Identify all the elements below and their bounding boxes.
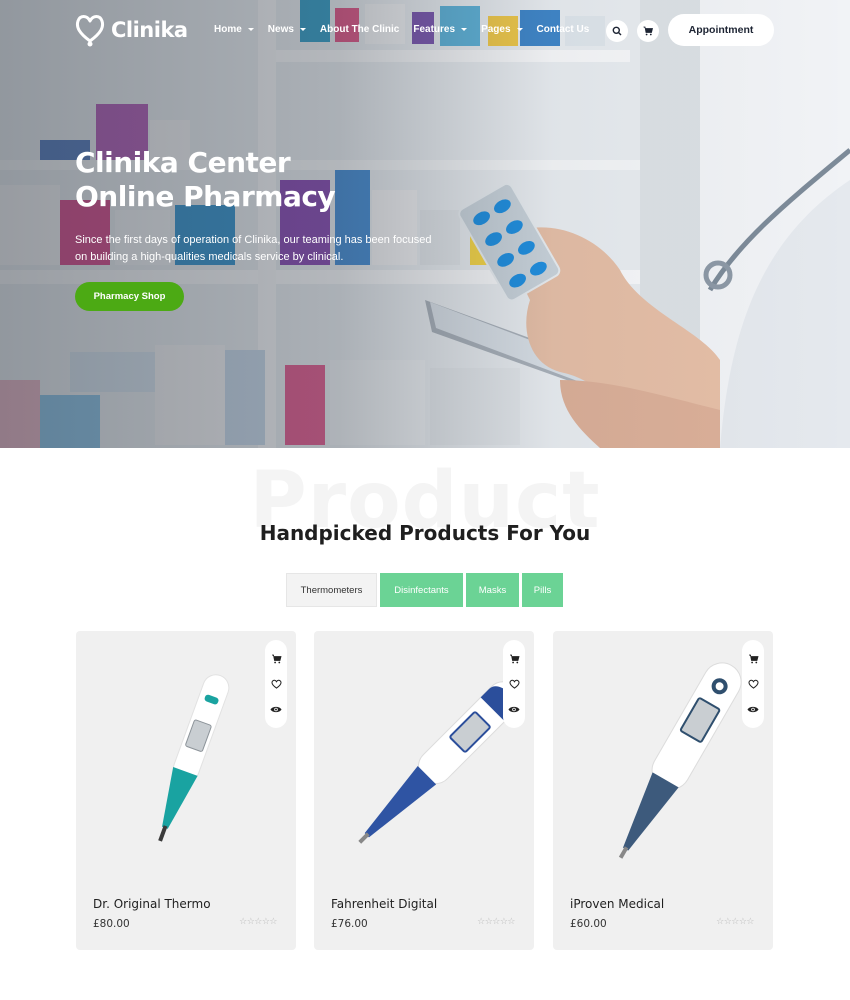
product-image-thermometer: [358, 681, 521, 844]
hero-title: Clinika Center Online Pharmacy: [75, 146, 336, 214]
hero-overlay: [0, 0, 850, 448]
brand-name: Clinika: [111, 18, 188, 42]
cart-button[interactable]: [637, 20, 659, 42]
nav-item-about[interactable]: About The Clinic: [320, 24, 399, 35]
pharmacy-shop-button[interactable]: Pharmacy Shop: [75, 282, 184, 311]
product-actions: [265, 640, 287, 728]
search-button[interactable]: [606, 20, 628, 42]
product-price: £76.00: [331, 918, 368, 930]
nav-item-label: About The Clinic: [319, 24, 400, 35]
hero-description: Since the first days of operation of Cli…: [75, 234, 432, 263]
nav-item-home[interactable]: Home: [214, 24, 254, 35]
tab-thermometers[interactable]: Thermometers: [286, 573, 377, 607]
cart-icon[interactable]: [748, 654, 759, 664]
hero-banner: Clinika Home News About The Clinic Featu…: [0, 0, 850, 448]
section-title: Handpicked Products For You: [259, 521, 591, 545]
brand-logo[interactable]: Clinika: [75, 13, 188, 47]
nav-item-news[interactable]: News: [268, 24, 306, 35]
tab-masks[interactable]: Masks: [466, 573, 519, 607]
tab-pills[interactable]: Pills: [522, 573, 563, 607]
product-card[interactable]: Fahrenheit Digital £76.00 ☆☆☆☆☆: [314, 631, 534, 950]
eye-icon[interactable]: [747, 705, 759, 714]
nav-item-label: Features: [413, 24, 456, 35]
product-actions: [742, 640, 764, 728]
heart-icon[interactable]: [271, 679, 282, 690]
product-name[interactable]: iProven Medical: [570, 897, 664, 911]
rating-stars: ☆☆☆☆☆: [239, 917, 277, 927]
main-navigation: Home News About The Clinic Features Page…: [214, 24, 589, 35]
cart-icon: [643, 26, 653, 36]
nav-item-contact[interactable]: Contact Us: [537, 24, 590, 35]
cart-icon[interactable]: [509, 654, 520, 664]
heart-icon[interactable]: [509, 679, 520, 690]
rating-stars: ☆☆☆☆☆: [716, 917, 754, 927]
hero-title-line-1: Clinika Center: [75, 146, 291, 179]
chevron-down-icon: [516, 28, 523, 31]
search-icon: [612, 26, 622, 36]
heart-stethoscope-logo-icon: [75, 15, 105, 47]
chevron-down-icon: [461, 28, 468, 31]
product-card[interactable]: iProven Medical £60.00 ☆☆☆☆☆: [553, 631, 773, 950]
product-name[interactable]: Dr. Original Thermo: [93, 897, 211, 911]
product-price: £60.00: [570, 918, 607, 930]
appointment-button[interactable]: Appointment: [668, 14, 774, 46]
product-image-thermometer: [618, 662, 742, 859]
tab-disinfectants[interactable]: Disinfectants: [380, 573, 463, 607]
product-image-thermometer: [158, 674, 230, 842]
nav-item-label: Contact Us: [536, 24, 590, 35]
nav-item-label: News: [267, 24, 294, 35]
nav-item-label: Home: [214, 24, 242, 35]
eye-icon[interactable]: [270, 705, 282, 714]
heart-icon[interactable]: [748, 679, 759, 690]
nav-item-label: Pages: [481, 24, 511, 35]
rating-stars: ☆☆☆☆☆: [477, 917, 515, 927]
product-price: £80.00: [93, 918, 130, 930]
eye-icon[interactable]: [508, 705, 520, 714]
product-category-tabs: Thermometers Disinfectants Masks Pills: [286, 573, 563, 607]
nav-item-pages[interactable]: Pages: [481, 24, 523, 35]
product-card[interactable]: Dr. Original Thermo £80.00 ☆☆☆☆☆: [76, 631, 296, 950]
cart-icon[interactable]: [271, 654, 282, 664]
product-name[interactable]: Fahrenheit Digital: [331, 897, 437, 911]
product-actions: [503, 640, 525, 728]
nav-item-features[interactable]: Features: [413, 24, 468, 35]
chevron-down-icon: [247, 28, 254, 31]
hero-title-line-2: Online Pharmacy: [75, 180, 336, 213]
chevron-down-icon: [299, 28, 306, 31]
